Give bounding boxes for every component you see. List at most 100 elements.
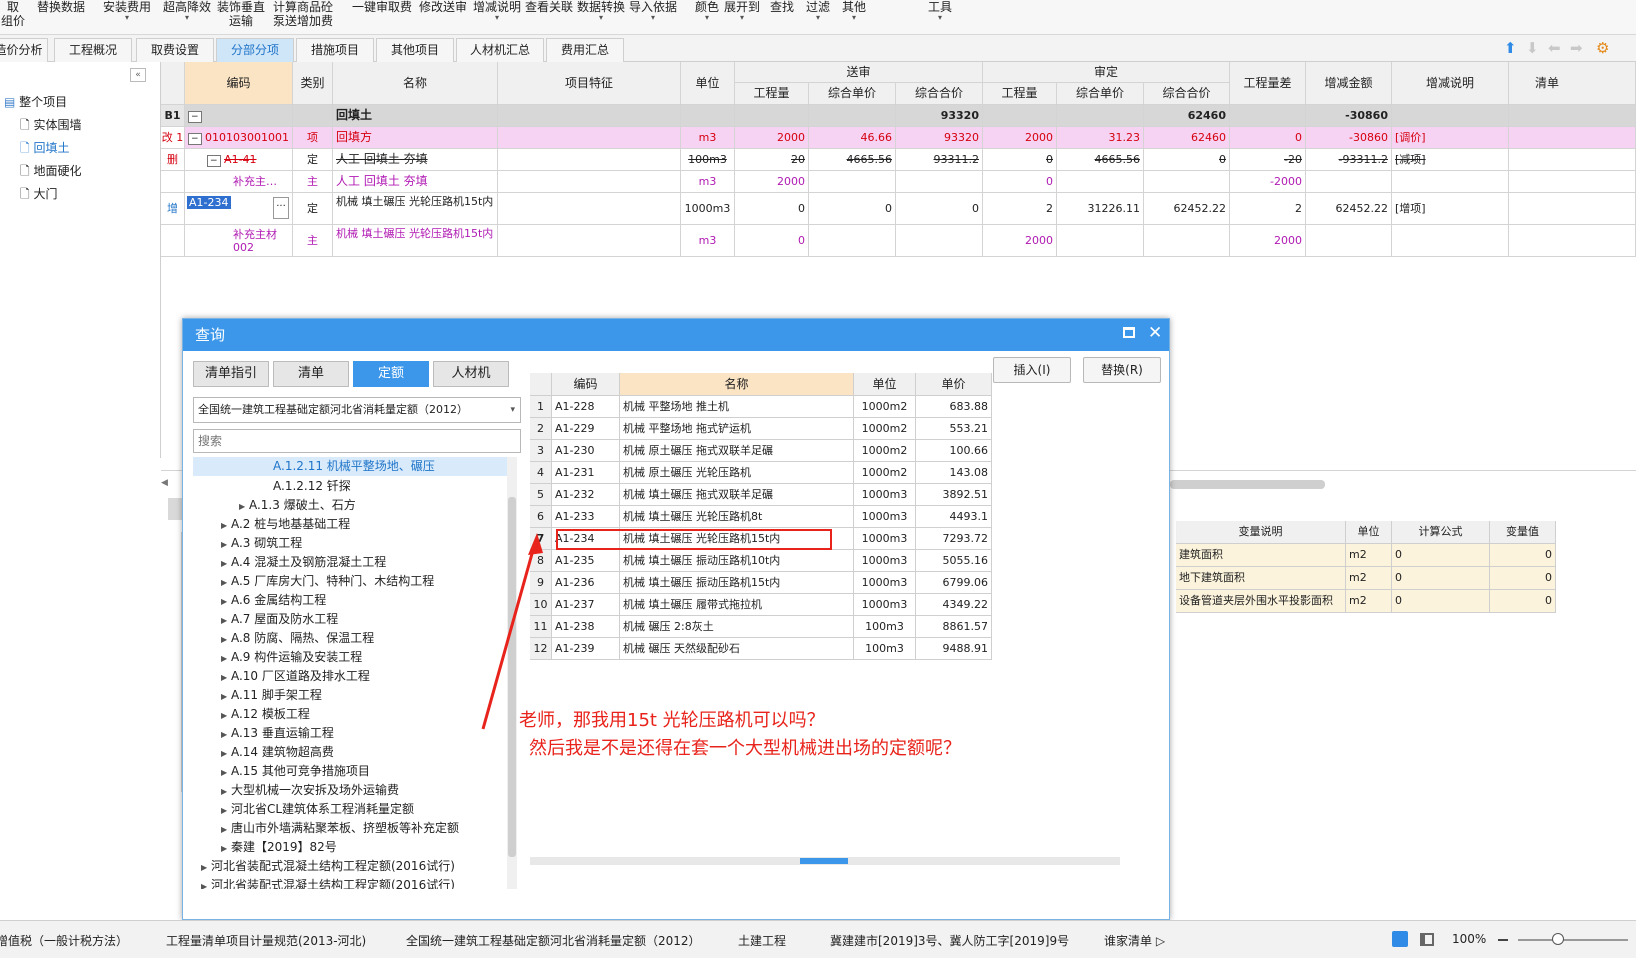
header-d-total[interactable]: 综合合价 (1144, 83, 1230, 105)
document-icon: 🗋 (20, 187, 30, 201)
ribbon-item-audit-fee[interactable]: 一键审取费 (352, 0, 412, 14)
tab-cost-analysis[interactable]: 造价分析 (0, 38, 48, 62)
arrow-line (481, 542, 537, 730)
zoom-slider-handle[interactable] (1552, 933, 1564, 945)
row-s-qty: 2000 (735, 171, 809, 193)
zoom-level: 100% (1452, 932, 1487, 946)
tab-fee-summary[interactable]: 费用汇总 (546, 38, 624, 62)
status-bar: 增值税（一般计税方法） 工程量清单项目计量规范(2013-河北) 全国统一建筑工… (0, 920, 1636, 958)
ribbon-item-find[interactable]: 查找 (768, 0, 796, 14)
status-doc: 冀建建市[2019]3号、冀人防工字[2019]9号 (830, 934, 1070, 948)
row-diff-note: [减项] (1392, 149, 1509, 171)
tab-fee-settings[interactable]: 取费设置 (136, 38, 214, 62)
header-diff-note[interactable]: 增减说明 (1392, 62, 1509, 105)
header-unit[interactable]: 单位 (681, 62, 735, 105)
row-type: 定 (293, 149, 333, 171)
var-formula[interactable]: 0 (1392, 567, 1490, 590)
header-d-uprice[interactable]: 综合单价 (1057, 83, 1144, 105)
row-type: 定 (293, 193, 333, 225)
ribbon-item-color[interactable]: 颜色 ▾ (694, 0, 720, 22)
tree-root[interactable]: ▤ 整个项目 (4, 94, 67, 110)
header-type[interactable]: 类别 (293, 62, 333, 105)
row-s-uprice: 46.66 (809, 127, 896, 149)
table-row[interactable]: 改 1 − 010103001001 项 回填方 m3 2000 46.66 9… (161, 127, 1636, 149)
zoom-slider[interactable] (1518, 939, 1628, 941)
move-right-icon[interactable]: ➡ (1570, 40, 1583, 56)
header-code[interactable]: 编码 (185, 62, 293, 105)
var-value: 0 (1490, 590, 1556, 613)
row-expand[interactable]: − (185, 105, 293, 127)
tree-item-ground[interactable]: 🗋 地面硬化 (20, 163, 82, 179)
table-row[interactable]: 补充主材002 主 机械 填土碾压 光轮压路机15t内 m3 0 2000 20… (161, 225, 1636, 257)
tree-item-gate[interactable]: 🗋 大门 (20, 186, 58, 202)
header-s-uprice[interactable]: 综合单价 (809, 83, 896, 105)
row-s-total: 93320 (896, 105, 983, 127)
tab-labor-material[interactable]: 人材机汇总 (456, 38, 544, 62)
ribbon-item-change-note[interactable]: 增减说明 ▾ (472, 0, 522, 22)
table-row[interactable]: 删 − A1-41 定 人工 回填土 夯填 100m3 20 4665.56 9… (161, 149, 1636, 171)
header-diff-amount[interactable]: 增减金额 (1306, 62, 1392, 105)
header-feature[interactable]: 项目特征 (498, 62, 681, 105)
ribbon-item-view-links[interactable]: 查看关联 (524, 0, 574, 14)
collapse-panel-icon[interactable]: « (130, 68, 146, 82)
row-code[interactable]: − 010103001001 (185, 127, 293, 149)
tree-item-wall[interactable]: 🗋 实体围墙 (20, 117, 82, 133)
header-qing[interactable]: 清单 (1509, 62, 1636, 105)
zoom-out-icon[interactable] (1498, 939, 1508, 941)
more-options-icon[interactable]: ··· (273, 197, 289, 219)
ribbon-item-import-basis[interactable]: 导入依据 ▾ (628, 0, 678, 22)
ribbon-item-replace-data[interactable]: 替换数据 (36, 0, 86, 14)
ribbon-item-concrete-pump[interactable]: 计算商品砼 泵送增加费 (272, 0, 334, 28)
tab-sub-items[interactable]: 分部分项 (216, 38, 294, 62)
header-name[interactable]: 名称 (333, 62, 498, 105)
ribbon-item-vertical-transport[interactable]: 装饰垂直 运输 (216, 0, 266, 28)
move-up-icon[interactable]: ⬆ (1504, 40, 1517, 56)
collapse-icon[interactable]: − (207, 155, 221, 167)
row-code[interactable]: − A1-41 (185, 149, 293, 171)
row-name: 回填土 (333, 105, 498, 127)
ribbon-item-filter[interactable]: 过滤 ▾ (804, 0, 832, 22)
row-s-uprice: 4665.56 (809, 149, 896, 171)
table-row[interactable]: B1 − 回填土 93320 62460 -30860 (161, 105, 1636, 127)
ribbon-item-0[interactable]: 取 组价 (0, 0, 28, 28)
tab-project-overview[interactable]: 工程概况 (54, 38, 132, 62)
row-name: 机械 填土碾压 光轮压路机15t内 (333, 193, 498, 225)
move-down-icon[interactable]: ⬇ (1526, 40, 1539, 56)
ribbon-item-data-convert[interactable]: 数据转换 ▾ (576, 0, 626, 22)
header-s-qty[interactable]: 工程量 (735, 83, 809, 105)
tab-measures[interactable]: 措施项目 (296, 38, 374, 62)
ribbon-item-other[interactable]: 其他 ▾ (840, 0, 868, 22)
view-mode-icon[interactable] (1392, 931, 1408, 947)
settings-icon[interactable]: ⚙ (1596, 40, 1609, 56)
table-row[interactable]: 增 A1-234 ··· 定 机械 填土碾压 光轮压路机15t内 1000m3 … (161, 193, 1636, 225)
ribbon-item-tools[interactable]: 工具 ▾ (926, 0, 954, 22)
ribbon-item-height-adj[interactable]: 超高降效 ▾ (162, 0, 212, 22)
status-list[interactable]: 谁家清单 ▷ (1104, 932, 1165, 949)
ribbon-item-modify-review[interactable]: 修改送审 (418, 0, 468, 14)
ribbon-item-expand[interactable]: 展开到 ▾ (722, 0, 762, 22)
scroll-left-icon[interactable]: ◀ (161, 478, 175, 490)
row-code[interactable]: 补充主材002 (185, 225, 293, 257)
row-s-qty: 20 (735, 149, 809, 171)
ribbon-item-install-fee[interactable]: 安装费用 ▾ (102, 0, 152, 22)
tab-other-items[interactable]: 其他项目 (376, 38, 454, 62)
table-row[interactable]: 补充主… 主 人工 回填土 夯填 m3 2000 0 -2000 (161, 171, 1636, 193)
row-s-uprice: 0 (809, 193, 896, 225)
collapse-icon[interactable]: − (188, 133, 202, 145)
row-diff-amount: -30860 (1306, 127, 1392, 149)
row-code-editor[interactable]: A1-234 ··· (185, 193, 293, 225)
row-code[interactable]: 补充主… (185, 171, 293, 193)
header-s-total[interactable]: 综合合价 (896, 83, 983, 105)
annotation-arrow (481, 533, 543, 730)
header-d-qty[interactable]: 工程量 (983, 83, 1057, 105)
move-left-icon[interactable]: ⬅ (1548, 40, 1561, 56)
variables-table: 变量说明 单位 计算公式 变量值 建筑面积 m2 0 0 地下建筑面积 m2 0… (1176, 521, 1556, 615)
collapse-icon[interactable]: − (188, 111, 202, 123)
var-formula[interactable]: 0 (1392, 544, 1490, 567)
horizontal-scrollbar[interactable] (1170, 480, 1325, 489)
tree-item-backfill[interactable]: 🗋 回填土 (20, 140, 70, 156)
var-formula[interactable]: 0 (1392, 590, 1490, 613)
header-qty-diff[interactable]: 工程量差 (1230, 62, 1306, 105)
split-view-icon[interactable] (1420, 933, 1434, 946)
lower-tab-stub (168, 498, 182, 520)
